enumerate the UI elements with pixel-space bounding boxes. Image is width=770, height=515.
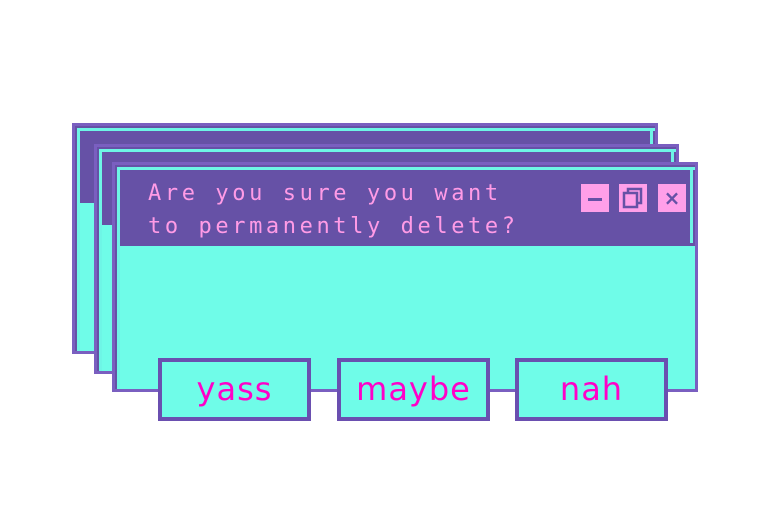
restore-icon: [622, 187, 643, 209]
minimize-button[interactable]: [581, 184, 609, 212]
dialog-title: Are you sure you want to permanently del…: [148, 177, 519, 243]
restore-button[interactable]: [619, 184, 647, 212]
yass-button[interactable]: yass: [158, 358, 311, 421]
maybe-button-label: maybe: [356, 369, 471, 408]
maybe-button[interactable]: maybe: [337, 358, 490, 421]
dialog-body: yass maybe nah: [120, 243, 695, 421]
dialog-title-line-1: Are you sure you want: [148, 181, 502, 206]
nah-button-label: nah: [559, 369, 624, 408]
nah-button[interactable]: nah: [515, 358, 668, 421]
dialog-title-line-2: to permanently delete?: [148, 214, 519, 239]
confirm-dialog-window: Are you sure you want to permanently del…: [112, 162, 698, 421]
close-icon: ×: [663, 186, 681, 210]
close-button[interactable]: ×: [658, 184, 686, 212]
yass-button-label: yass: [196, 369, 273, 408]
minimize-icon: [588, 197, 602, 201]
